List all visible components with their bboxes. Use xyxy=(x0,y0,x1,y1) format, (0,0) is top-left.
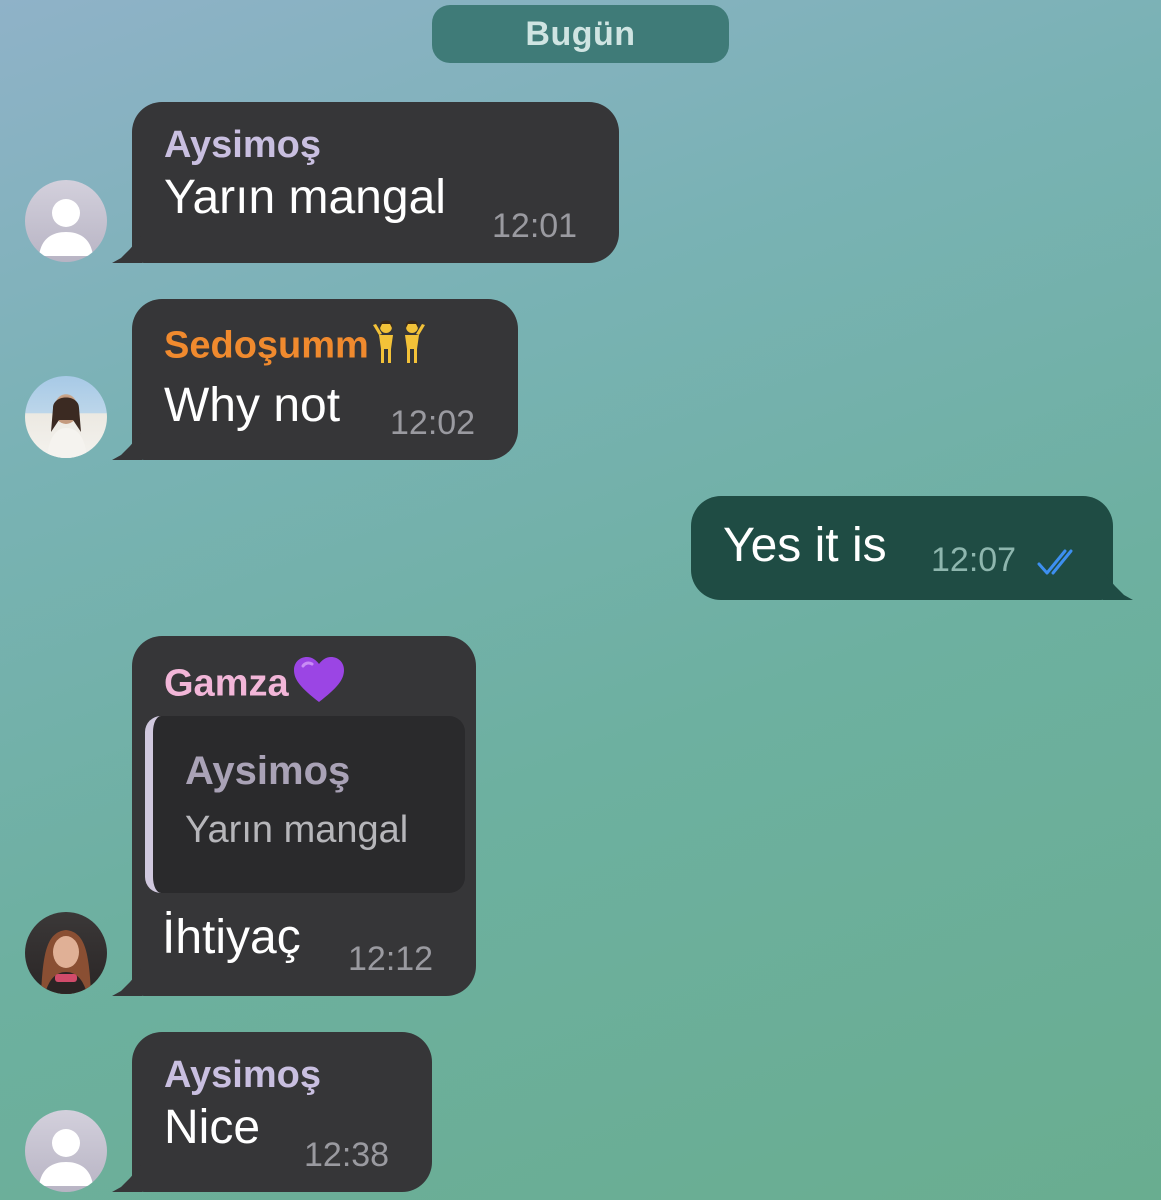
sender-name[interactable]: Aysimoş xyxy=(164,1052,402,1098)
message-time: 12:01 xyxy=(492,207,578,245)
sender-name-text: Sedoşumm xyxy=(164,324,369,367)
default-avatar-icon[interactable] xyxy=(25,180,107,262)
message-time: 12:12 xyxy=(348,940,434,978)
message-bubble[interactable]: Gamza Aysimoş Yarın mangal İhtiyaç 12:12 xyxy=(112,636,476,996)
dancers-emoji xyxy=(372,319,425,376)
bubble-tail xyxy=(112,432,142,460)
bubble-tail xyxy=(112,968,142,996)
reply-text: Yarın mangal xyxy=(185,809,409,851)
profile-photo[interactable] xyxy=(25,912,107,994)
sender-name-text: Gamza xyxy=(164,662,289,705)
message-time: 12:02 xyxy=(390,404,476,442)
double-check-icon xyxy=(1037,549,1073,575)
profile-photo[interactable] xyxy=(25,376,107,458)
message-bubble[interactable]: Aysimoş Yarın mangal 12:01 xyxy=(112,102,619,263)
reply-sender-name: Aysimoş xyxy=(185,749,351,793)
sender-name[interactable]: Sedoşumm xyxy=(164,319,488,376)
sender-name[interactable]: Gamza xyxy=(164,656,446,715)
bubble-tail xyxy=(112,1164,142,1192)
reply-quote[interactable]: Aysimoş Yarın mangal xyxy=(145,716,465,893)
date-separator: Bugün xyxy=(432,5,729,63)
message-text: İhtiyaç xyxy=(162,911,301,964)
outgoing-message-bubble[interactable]: Yes it is 12:07 xyxy=(691,496,1133,600)
sender-name[interactable]: Aysimoş xyxy=(164,122,589,168)
default-avatar-icon[interactable] xyxy=(25,1110,107,1192)
bubble-tail xyxy=(112,235,142,263)
bubble-tail xyxy=(1103,572,1133,600)
message-bubble[interactable]: Sedoşumm Why not 12:02 xyxy=(112,299,518,460)
message-time: 12:07 xyxy=(931,541,1017,579)
message-bubble[interactable]: Aysimoş Nice 12:38 xyxy=(112,1032,432,1192)
message-text: Yes it is xyxy=(723,519,887,572)
purple-heart-emoji xyxy=(293,656,345,715)
message-time: 12:38 xyxy=(304,1136,390,1174)
